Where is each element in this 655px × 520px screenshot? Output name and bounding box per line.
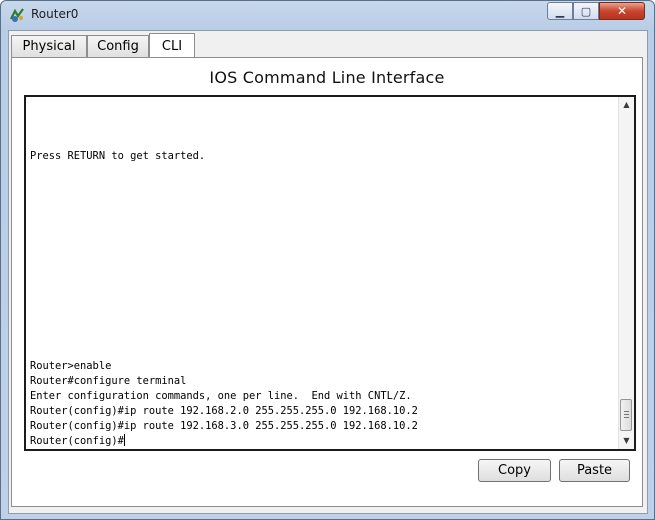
copy-button[interactable]: Copy: [478, 459, 551, 482]
terminal-line: Router(config)#ip route 192.168.2.0 255.…: [30, 405, 418, 417]
grip-line: [624, 414, 629, 415]
router-window: Router0 ▁ ▢ ✕ Physical Config CLI IOS Co…: [0, 0, 655, 520]
terminal-console[interactable]: Press RETURN to get started. Router>enab…: [24, 95, 636, 451]
grip-line: [624, 417, 629, 418]
terminal-line: Enter configuration commands, one per li…: [30, 390, 412, 402]
minimize-icon: ▁: [555, 5, 565, 18]
terminal-output[interactable]: Press RETURN to get started. Router>enab…: [30, 97, 616, 449]
maximize-icon: ▢: [580, 5, 592, 18]
scroll-up-arrow-icon[interactable]: ▲: [619, 97, 634, 113]
window-title: Router0: [31, 7, 79, 21]
tab-physical[interactable]: Physical: [11, 35, 87, 57]
text-cursor: [123, 434, 125, 446]
cli-heading: IOS Command Line Interface: [209, 68, 445, 87]
terminal-line: Router#configure terminal: [30, 375, 187, 387]
maximize-button[interactable]: ▢: [573, 2, 599, 20]
client-area: Physical Config CLI IOS Command Line Int…: [8, 30, 648, 514]
tab-cli[interactable]: CLI: [149, 33, 195, 60]
cli-panel: IOS Command Line Interface Press RETURN …: [11, 57, 643, 507]
terminal-scrollbar[interactable]: ▲ ▼: [618, 97, 634, 449]
terminal-line: Router>enable: [30, 360, 112, 372]
scrollbar-thumb[interactable]: [620, 399, 632, 431]
close-button[interactable]: ✕: [599, 2, 645, 20]
tab-config[interactable]: Config: [87, 35, 149, 57]
minimize-button[interactable]: ▁: [547, 2, 573, 20]
grip-line: [624, 411, 629, 412]
terminal-prompt: Router(config)#: [30, 435, 124, 447]
close-icon: ✕: [616, 4, 628, 18]
router-icon: [10, 8, 24, 22]
scroll-down-arrow-icon[interactable]: ▼: [619, 433, 634, 449]
paste-button[interactable]: Paste: [559, 459, 630, 482]
title-bar[interactable]: Router0 ▁ ▢ ✕: [1, 1, 654, 29]
terminal-prompt-line[interactable]: Router(config)#: [30, 434, 125, 449]
terminal-line: Router(config)#ip route 192.168.3.0 255.…: [30, 420, 418, 432]
terminal-line: Press RETURN to get started.: [30, 150, 206, 162]
